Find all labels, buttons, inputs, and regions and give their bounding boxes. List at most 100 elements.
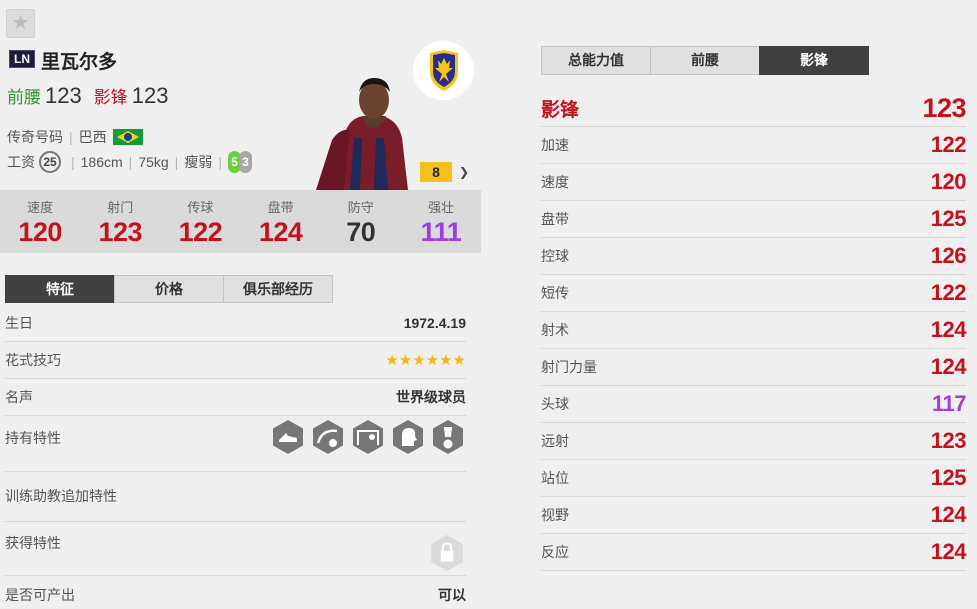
attribute-value: 120 <box>930 169 967 194</box>
trait-info-table: 生日 1972.4.19 花式技巧 ★★★★★★ 名声 世界级球员 持有特性 训… <box>5 305 466 609</box>
attribute-name: 射门力量 <box>541 359 597 375</box>
attribute-row: 加速 122 <box>541 127 967 164</box>
stat-label: 速度 <box>27 200 54 215</box>
tab-club-history[interactable]: 俱乐部经历 <box>223 275 333 303</box>
tab-overall[interactable]: 总能力值 <box>541 46 651 75</box>
position-ratings: 前腰 123 影锋 123 <box>7 83 180 109</box>
attribute-value: 124 <box>930 354 967 379</box>
goal-trait-icon[interactable] <box>350 419 386 455</box>
stat-dribbling: 盘带 124 <box>241 190 321 253</box>
height-value: 186cm <box>80 154 123 170</box>
info-label: 生日 <box>5 315 33 331</box>
attribute-row: 反应 124 <box>541 534 967 571</box>
attribute-row: 控球 126 <box>541 238 967 275</box>
stat-label: 射门 <box>107 200 134 215</box>
attribute-row: 盘带 125 <box>541 201 967 238</box>
attribute-name: 影锋 <box>541 99 580 121</box>
stat-label: 传球 <box>187 200 214 215</box>
position-value: 123 <box>131 83 169 108</box>
stat-value: 120 <box>18 217 62 247</box>
info-label: 是否可产出 <box>5 587 75 603</box>
weight-value: 75kg <box>138 154 169 170</box>
brazil-flag-icon <box>112 129 143 145</box>
player-name: 里瓦尔多 <box>41 52 118 73</box>
stat-label: 强壮 <box>427 200 454 215</box>
attribute-row: 射术 124 <box>541 312 967 349</box>
attribute-row: 速度 120 <box>541 164 967 201</box>
tab-cam[interactable]: 前腰 <box>650 46 760 75</box>
season-name: 传奇号码 <box>7 129 63 145</box>
boot-trait-icon[interactable] <box>270 419 306 455</box>
lock-icon <box>431 535 463 571</box>
attribute-value: 123 <box>922 92 966 123</box>
stat-value: 123 <box>98 217 143 247</box>
head-trait-icon[interactable] <box>390 419 426 455</box>
stat-shooting: 射门 123 <box>80 190 160 253</box>
stat-pace: 速度 120 <box>0 190 80 253</box>
info-value: 1972.4.19 <box>403 315 466 331</box>
position-name: 前腰 <box>7 88 41 107</box>
info-row-reputation: 名声 世界级球员 <box>5 379 466 416</box>
build-value: 瘦弱 <box>184 154 213 170</box>
attribute-value: 123 <box>930 428 967 453</box>
attribute-name: 反应 <box>541 544 569 560</box>
info-row-earned-traits: 获得特性 <box>5 522 466 576</box>
attribute-name: 加速 <box>541 137 569 153</box>
info-row-coach-traits: 训练助教追加特性 <box>5 472 466 522</box>
attribute-value: 124 <box>930 539 967 564</box>
stat-label: 盘带 <box>267 200 294 215</box>
attribute-name: 站位 <box>541 470 569 486</box>
attribute-header-row: 影锋 123 <box>541 90 966 127</box>
stat-value: 111 <box>420 217 462 247</box>
salary-label: 工资 <box>7 154 35 170</box>
attribute-name: 速度 <box>541 174 569 190</box>
info-value: 可以 <box>438 587 466 603</box>
attribute-name: 射术 <box>541 322 569 338</box>
favorite-button[interactable]: ★ <box>6 9 35 38</box>
stat-value: 122 <box>178 217 223 247</box>
info-row-traits: 持有特性 <box>5 416 466 472</box>
attribute-row: 射门力量 124 <box>541 349 967 386</box>
detail-tabs: 特征 价格 俱乐部经历 <box>5 275 333 303</box>
stat-physical: 强壮 111 <box>401 190 481 253</box>
info-label: 训练助教追加特性 <box>5 488 117 504</box>
enhance-level-badge: 8 <box>420 162 452 182</box>
attribute-value: 124 <box>930 317 967 342</box>
attribute-row: 短传 122 <box>541 275 967 312</box>
position-value: 123 <box>45 83 82 108</box>
info-label: 获得特性 <box>5 535 61 551</box>
attribute-name: 远射 <box>541 433 569 449</box>
attribute-row: 远射 123 <box>541 423 967 460</box>
attribute-name: 控球 <box>541 248 569 264</box>
attribute-name: 盘带 <box>541 211 569 227</box>
right-foot-badge: 3 <box>238 151 252 173</box>
info-label: 名声 <box>5 389 33 405</box>
nation-name: 巴西 <box>78 129 107 145</box>
attribute-value: 124 <box>930 502 967 527</box>
salary-badge: 25 <box>39 151 61 173</box>
star-icon: ★ <box>11 12 30 34</box>
info-label: 花式技巧 <box>5 352 61 368</box>
attribute-row: 头球 117 <box>541 386 967 423</box>
tab-price[interactable]: 价格 <box>114 275 224 303</box>
tab-cf[interactable]: 影锋 <box>759 46 869 75</box>
main-stats-bar: 速度 120 射门 123 传球 122 盘带 124 防守 70 强壮 111 <box>0 190 481 253</box>
attribute-name: 短传 <box>541 285 569 301</box>
attribute-value: 122 <box>930 132 967 157</box>
attribute-table: 影锋 123 加速 122 速度 120 盘带 125 控球 126 短传 122 射术 1… <box>541 90 967 571</box>
stat-passing: 传球 122 <box>160 190 240 253</box>
enhance-level-selector[interactable]: 8 ❯ <box>420 162 469 182</box>
trophy-trait-icon[interactable] <box>430 419 466 455</box>
skill-stars: ★★★★★★ <box>385 352 466 369</box>
curve-ball-trait-icon[interactable] <box>310 419 346 455</box>
info-row-skill-moves: 花式技巧 ★★★★★★ <box>5 342 466 379</box>
tab-traits[interactable]: 特征 <box>5 275 115 303</box>
position-name: 影锋 <box>93 88 128 107</box>
info-row-birthday: 生日 1972.4.19 <box>5 305 466 342</box>
info-row-producible: 是否可产出 可以 <box>5 576 466 609</box>
stat-defending: 防守 70 <box>321 190 401 253</box>
stat-value: 124 <box>258 217 303 247</box>
season-badge: LN <box>9 50 35 68</box>
attribute-value: 122 <box>930 280 967 305</box>
info-label: 持有特性 <box>5 430 61 446</box>
